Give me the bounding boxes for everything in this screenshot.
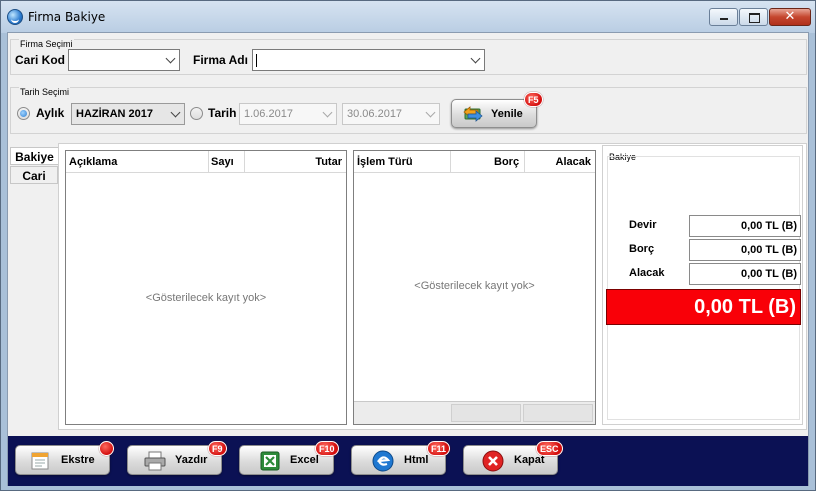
transaction-grid-footer xyxy=(354,401,595,424)
cari-kod-combo[interactable] xyxy=(68,49,180,71)
print-label: Yazdır xyxy=(175,454,208,466)
transaction-empty-text: <Gösterilecek kayıt yok> xyxy=(414,280,535,292)
chevron-down-icon[interactable] xyxy=(322,107,333,118)
close-window-button[interactable]: ✕ xyxy=(769,8,811,26)
firma-adi-combo[interactable] xyxy=(252,49,485,71)
cari-kod-label: Cari Kod xyxy=(15,53,66,67)
document-icon xyxy=(31,452,49,470)
column-separator xyxy=(524,151,525,173)
column-separator xyxy=(450,151,451,173)
tab-cari[interactable]: Cari xyxy=(10,166,58,184)
excel-label: Excel xyxy=(290,454,319,466)
month-combo[interactable]: HAZİRAN 2017 xyxy=(71,103,185,125)
html-shortcut-badge: F11 xyxy=(427,441,451,456)
firma-secimi-label: Firma Seçimi xyxy=(19,39,74,49)
kapat-label: Kapat xyxy=(514,454,545,466)
chevron-down-icon[interactable] xyxy=(470,53,481,64)
borc-label: Borç xyxy=(629,243,655,255)
column-islem-turu[interactable]: İşlem Türü xyxy=(357,156,413,168)
column-aciklama[interactable]: Açıklama xyxy=(69,156,117,168)
text-caret xyxy=(256,54,257,67)
aylik-radio[interactable] xyxy=(17,107,30,120)
transaction-grid[interactable]: İşlem Türü Borç Alacak <Gösterilecek kay… xyxy=(353,150,596,425)
summary-grid-header: Açıklama Sayı Tutar xyxy=(66,151,346,173)
html-button[interactable]: Html F11 xyxy=(351,441,451,475)
total-balance: 0,00 TL (B) xyxy=(606,289,801,325)
devir-label: Devir xyxy=(629,219,657,231)
title-bar[interactable]: Firma Bakiye ✕ xyxy=(1,1,815,33)
kapat-shortcut-badge: ESC xyxy=(536,441,563,456)
footer-alacak-total xyxy=(523,404,593,422)
tab-bakiye[interactable]: Bakiye xyxy=(10,147,58,165)
firma-secimi-group: Firma Seçimi Cari Kod Firma Adı xyxy=(10,39,807,75)
column-borc[interactable]: Borç xyxy=(494,156,519,168)
browser-icon xyxy=(372,450,394,472)
borc-value: 0,00 TL (B) xyxy=(689,239,801,261)
firma-adi-label: Firma Adı xyxy=(193,53,248,67)
summary-grid[interactable]: Açıklama Sayı Tutar <Gösterilecek kayıt … xyxy=(65,150,347,425)
action-bar: Ekstre Yazdır F9 Excel F10 Html F11 Kapa… xyxy=(8,436,808,486)
print-shortcut-badge: F9 xyxy=(208,441,227,456)
refresh-button[interactable]: Yenile F5 xyxy=(451,92,543,128)
printer-icon xyxy=(144,451,166,471)
devir-value: 0,00 TL (B) xyxy=(689,215,801,237)
aylik-label: Aylık xyxy=(36,106,65,120)
kapat-button[interactable]: Kapat ESC xyxy=(463,441,563,475)
transaction-grid-header: İşlem Türü Borç Alacak xyxy=(354,151,595,173)
bakiye-frame xyxy=(607,156,800,420)
column-alacak[interactable]: Alacak xyxy=(556,156,591,168)
start-date-value: 1.06.2017 xyxy=(244,108,293,120)
column-tutar[interactable]: Tutar xyxy=(315,156,342,168)
refresh-shortcut-badge: F5 xyxy=(524,92,543,107)
maximize-button[interactable] xyxy=(739,8,768,26)
tarih-secimi-group: Tarih Seçimi Aylık HAZİRAN 2017 Tarih 1.… xyxy=(10,87,807,134)
month-value: HAZİRAN 2017 xyxy=(76,108,154,120)
tarih-radio[interactable] xyxy=(190,107,203,120)
ekstre-badge xyxy=(99,441,114,456)
tarih-label: Tarih xyxy=(208,106,237,120)
alacak-value: 0,00 TL (B) xyxy=(689,263,801,285)
chevron-down-icon[interactable] xyxy=(165,53,176,64)
bakiye-panel: Bakiye Devir 0,00 TL (B) Borç 0,00 TL (B… xyxy=(602,145,803,425)
ekstre-button[interactable]: Ekstre xyxy=(15,441,114,475)
print-button[interactable]: Yazdır F9 xyxy=(127,441,227,475)
column-sayi[interactable]: Sayı xyxy=(211,156,234,168)
chevron-down-icon[interactable] xyxy=(425,107,436,118)
column-separator xyxy=(208,151,209,173)
close-icon xyxy=(482,450,504,472)
ekstre-label: Ekstre xyxy=(61,454,95,466)
client-area: Firma Seçimi Cari Kod Firma Adı Tarih Se… xyxy=(7,32,809,486)
footer-borc-total xyxy=(451,404,521,422)
minimize-button[interactable] xyxy=(709,8,738,26)
close-icon: ✕ xyxy=(784,9,796,24)
window-title: Firma Bakiye xyxy=(28,10,106,24)
chevron-down-icon[interactable] xyxy=(170,107,181,118)
excel-icon xyxy=(260,451,280,471)
summary-empty-text: <Gösterilecek kayıt yok> xyxy=(145,292,267,304)
html-label: Html xyxy=(404,454,429,466)
app-icon xyxy=(7,9,23,25)
refresh-icon xyxy=(463,106,483,122)
excel-shortcut-badge: F10 xyxy=(315,441,339,456)
excel-button[interactable]: Excel F10 xyxy=(239,441,339,475)
column-separator xyxy=(244,151,245,173)
refresh-label: Yenile xyxy=(491,108,523,120)
end-date-value: 30.06.2017 xyxy=(347,108,403,120)
alacak-label: Alacak xyxy=(629,267,665,279)
start-date-picker[interactable]: 1.06.2017 xyxy=(239,103,337,125)
tarih-secimi-label: Tarih Seçimi xyxy=(19,87,71,97)
end-date-picker[interactable]: 30.06.2017 xyxy=(342,103,440,125)
app-window: Firma Bakiye ✕ Firma Seçimi Cari Kod Fir… xyxy=(0,0,816,491)
